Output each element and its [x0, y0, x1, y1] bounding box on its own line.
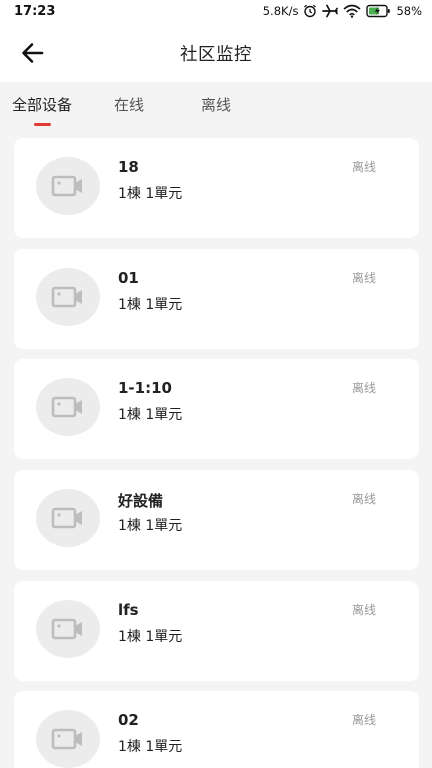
camera-card[interactable]: lfs 1棟 1單元 离线 [14, 580, 419, 681]
tab-offline[interactable]: 离线 [201, 94, 231, 115]
camera-location: 1棟 1單元 [118, 628, 183, 645]
camera-thumbnail [36, 710, 100, 768]
camera-thumbnail [36, 378, 100, 437]
camera-name: 18 [118, 158, 139, 176]
camera-thumbnail [36, 489, 100, 548]
active-tab-indicator [34, 123, 51, 126]
wifi-icon [343, 4, 361, 18]
camera-icon [51, 286, 82, 307]
camera-card[interactable]: 01 1棟 1單元 离线 [14, 248, 419, 349]
camera-thumbnail [36, 599, 100, 658]
net-speed: 5.8K/s [262, 4, 299, 18]
camera-status: 离线 [351, 713, 376, 728]
battery-percent: 58% [396, 4, 422, 18]
camera-icon [51, 507, 82, 529]
camera-status: 离线 [351, 381, 376, 396]
status-time: 17:23 [14, 4, 56, 19]
camera-list: 18 1棟 1單元 离线 01 1棟 1單元 离线 1-1:10 1棟 1單元 … [14, 138, 419, 768]
camera-location: 1棟 1單元 [118, 186, 183, 202]
camera-name: 02 [118, 711, 139, 730]
camera-icon [51, 397, 82, 418]
airplane-icon [322, 4, 339, 18]
camera-name: 01 [118, 268, 139, 287]
camera-icon [51, 175, 82, 197]
camera-status: 离线 [351, 270, 376, 285]
camera-location: 1棟 1單元 [118, 518, 183, 535]
camera-icon [51, 729, 82, 750]
status-bar: 17:23 5.8K/s 58% [0, 0, 432, 24]
status-icons: 5.8K/s 58% [263, 4, 422, 18]
camera-name: 1-1:10 [118, 379, 172, 398]
camera-location: 1棟 1單元 [118, 407, 183, 424]
filter-tabs: 全部设备 在线 离线 [0, 82, 432, 128]
camera-card[interactable]: 1-1:10 1棟 1單元 离线 [14, 359, 419, 460]
camera-card[interactable]: 好設備 1棟 1單元 离线 [14, 470, 419, 571]
page-title: 社区监控 [180, 45, 252, 65]
camera-thumbnail [36, 267, 100, 326]
camera-status: 离线 [351, 160, 376, 174]
alarm-icon [303, 4, 317, 18]
camera-card[interactable]: 02 1棟 1單元 离线 [14, 691, 419, 768]
camera-name: 好設備 [118, 492, 164, 511]
camera-icon [51, 618, 82, 640]
camera-thumbnail [36, 157, 100, 215]
tab-all-devices[interactable]: 全部设备 [12, 94, 72, 115]
camera-name: lfs [118, 600, 139, 619]
camera-card[interactable]: 18 1棟 1單元 离线 [14, 138, 419, 238]
camera-status: 离线 [351, 602, 376, 617]
tab-online[interactable]: 在线 [114, 94, 144, 115]
camera-location: 1棟 1單元 [118, 296, 183, 313]
camera-status: 离线 [351, 492, 376, 507]
battery-icon [366, 4, 391, 18]
camera-location: 1棟 1單元 [118, 739, 183, 756]
app-header: 社区监控 [0, 24, 432, 82]
